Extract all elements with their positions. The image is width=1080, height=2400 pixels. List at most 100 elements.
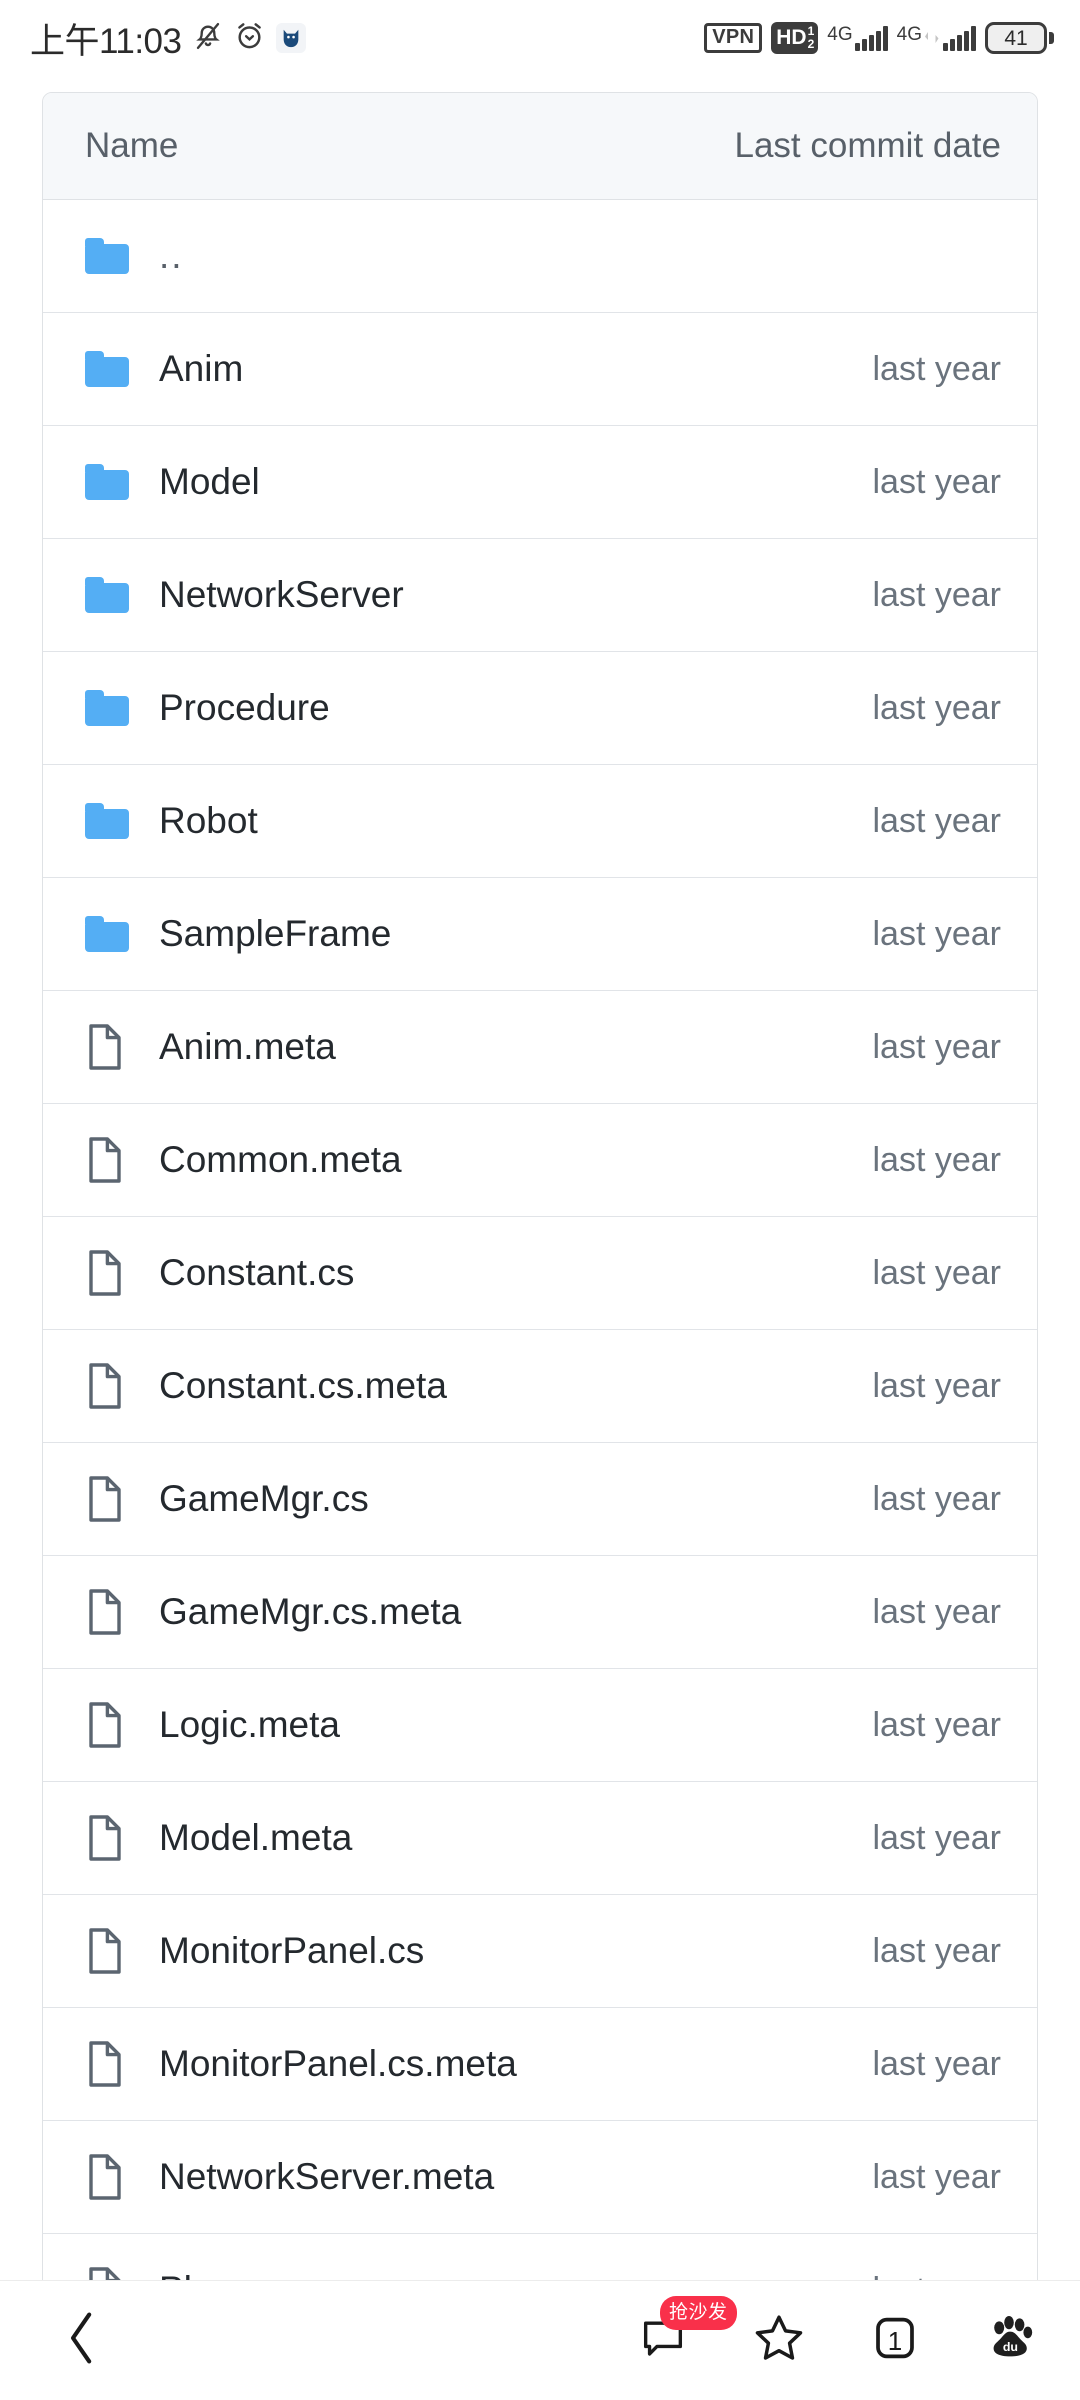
file-name[interactable]: Model — [137, 461, 873, 503]
file-commit-date: last year — [872, 1140, 1002, 1179]
sim2-network-label: 4G — [896, 24, 922, 45]
folder-icon — [85, 577, 137, 613]
column-header-date[interactable]: Last commit date — [735, 126, 1002, 166]
file-name[interactable]: NetworkServer — [137, 574, 873, 616]
table-row[interactable]: Model last year — [43, 426, 1037, 539]
file-name[interactable]: Anim.meta — [137, 1026, 873, 1068]
table-row[interactable]: Phone.cslast year — [43, 2234, 1037, 2280]
file-browser: Name Last commit date .. Anim last year Mod… — [0, 76, 1080, 2280]
status-bar: 上午11:03 VPN HD 1 2 4G 4G 41 — [0, 0, 1080, 76]
file-commit-date: last year — [872, 1253, 1002, 1292]
file-commit-date: last year — [872, 801, 1002, 840]
file-name[interactable]: Logic.meta — [137, 1704, 873, 1746]
table-row[interactable]: NetworkServer.meta last year — [43, 2121, 1037, 2234]
mute-icon — [193, 20, 223, 57]
file-name[interactable]: Constant.cs.meta — [137, 1365, 873, 1407]
bottom-nav-actions: 抢沙发 1 du — [632, 2295, 1042, 2372]
file-name[interactable]: Common.meta — [137, 1139, 873, 1181]
file-name[interactable]: Constant.cs — [137, 1252, 873, 1294]
back-button[interactable] — [52, 2311, 112, 2371]
folder-icon — [85, 803, 137, 839]
table-row[interactable]: Robot last year — [43, 765, 1037, 878]
hd-sim-bottom: 2 — [807, 36, 815, 51]
file-name[interactable]: Model.meta — [137, 1817, 873, 1859]
browser-bottom-nav: 抢沙发 1 du — [0, 2280, 1080, 2400]
volte-hd-icon: HD 1 2 — [771, 22, 819, 54]
file-commit-date: last year — [872, 688, 1002, 727]
comments-button[interactable]: 抢沙发 — [632, 2295, 737, 2372]
svg-text:du: du — [1003, 2340, 1018, 2354]
table-row[interactable]: GameMgr.cs.meta last year — [43, 1556, 1037, 1669]
table-row[interactable]: Anim last year — [43, 313, 1037, 426]
file-icon — [85, 1588, 137, 1636]
file-icon-glyph — [89, 1589, 121, 1635]
table-row[interactable]: Model.meta last year — [43, 1782, 1037, 1895]
file-icon-glyph — [89, 2041, 121, 2087]
file-commit-date: last year — [872, 914, 1002, 953]
file-commit-date: last year — [872, 1705, 1002, 1744]
file-icon — [85, 2266, 137, 2280]
star-icon — [754, 2313, 804, 2368]
file-name[interactable]: Anim — [137, 348, 873, 390]
sim1-signal-bars — [854, 25, 888, 51]
table-row[interactable]: Constant.cs.meta last year — [43, 1330, 1037, 1443]
table-row[interactable]: MonitorPanel.cs last year — [43, 1895, 1037, 2008]
folder-icon-glyph — [85, 916, 129, 952]
table-row[interactable]: .. — [43, 200, 1037, 313]
table-row[interactable]: GameMgr.cs last year — [43, 1443, 1037, 1556]
file-icon — [85, 1362, 137, 1410]
file-name[interactable]: Robot — [137, 800, 873, 842]
file-name[interactable]: GameMgr.cs — [137, 1478, 873, 1520]
file-icon — [85, 1023, 137, 1071]
table-row[interactable]: Anim.meta last year — [43, 991, 1037, 1104]
tabs-button[interactable]: 1 — [864, 2310, 926, 2372]
home-button[interactable]: du — [980, 2310, 1042, 2372]
file-name[interactable]: Procedure — [137, 687, 873, 729]
folder-icon-glyph — [85, 351, 129, 387]
data-transfer-icon — [924, 29, 940, 51]
file-rows: .. Anim last year Model last year NetworkServ… — [43, 200, 1037, 2280]
table-row[interactable]: MonitorPanel.cs.meta last year — [43, 2008, 1037, 2121]
file-commit-date: last year — [873, 2271, 1002, 2281]
file-icon-glyph — [89, 1250, 121, 1296]
favorite-button[interactable] — [748, 2310, 810, 2372]
table-row[interactable]: SampleFrame last year — [43, 878, 1037, 991]
table-row[interactable]: Common.meta last year — [43, 1104, 1037, 1217]
file-name[interactable]: NetworkServer.meta — [137, 2156, 873, 2198]
file-commit-date: last year — [872, 2044, 1002, 2083]
file-commit-date: last year — [872, 1931, 1002, 1970]
cat-app-icon — [275, 23, 306, 53]
sim1-network-label: 4G — [827, 24, 853, 45]
file-commit-date: last year — [872, 1027, 1002, 1066]
file-icon — [85, 1136, 137, 1184]
status-clock: 上午11:03 — [30, 21, 182, 61]
file-name[interactable]: Phone.cs — [137, 2269, 873, 2280]
file-commit-date: last year — [872, 1479, 1002, 1518]
folder-icon — [85, 690, 137, 726]
table-row[interactable]: Logic.meta last year — [43, 1669, 1037, 1782]
table-row[interactable]: Procedure last year — [43, 652, 1037, 765]
file-icon-glyph — [89, 1815, 121, 1861]
table-row[interactable]: NetworkServer last year — [43, 539, 1037, 652]
file-icon — [85, 1249, 137, 1297]
folder-icon-glyph — [85, 577, 129, 613]
table-row[interactable]: Constant.cs last year — [43, 1217, 1037, 1330]
file-name[interactable]: .. — [137, 235, 1001, 277]
folder-icon — [85, 351, 137, 387]
folder-icon-glyph — [85, 690, 129, 726]
file-name[interactable]: MonitorPanel.cs.meta — [137, 2043, 873, 2085]
file-name[interactable]: MonitorPanel.cs — [137, 1930, 873, 1972]
status-bar-left: 上午11:03 — [30, 13, 306, 64]
file-icon-glyph — [89, 1024, 121, 1070]
file-name[interactable]: SampleFrame — [137, 913, 873, 955]
battery-level: 41 — [1004, 26, 1028, 50]
file-commit-date: last year — [872, 1366, 1002, 1405]
battery-tip — [1049, 32, 1054, 44]
status-bar-right: VPN HD 1 2 4G 4G 41 — [704, 22, 1054, 54]
file-icon-glyph — [89, 2267, 121, 2280]
file-icon-glyph — [89, 1928, 121, 1974]
file-name[interactable]: GameMgr.cs.meta — [137, 1591, 873, 1633]
file-commit-date: last year — [872, 1818, 1002, 1857]
file-icon — [85, 1701, 137, 1749]
column-header-name[interactable]: Name — [85, 126, 735, 166]
